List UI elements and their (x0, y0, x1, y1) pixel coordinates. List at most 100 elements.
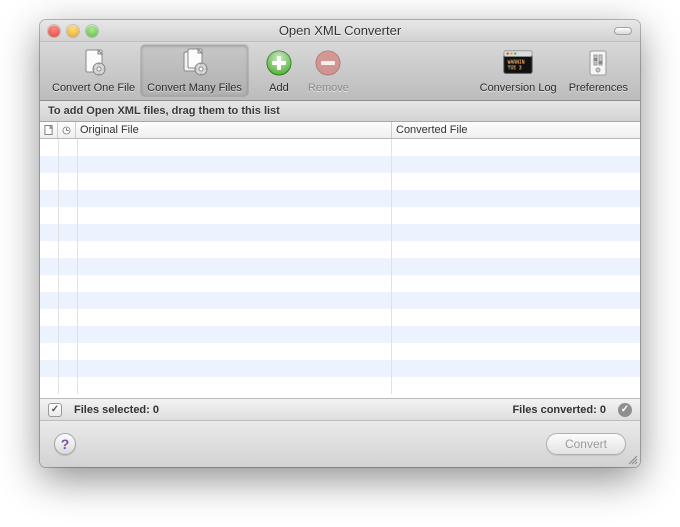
header-converted-file[interactable]: Converted File (392, 122, 640, 138)
table-cell (78, 241, 392, 258)
header-converted-file-label: Converted File (396, 124, 468, 136)
table-cell (392, 173, 640, 190)
toolbar: Convert One File Conve (40, 42, 640, 101)
table-cell (392, 292, 640, 309)
table-cell (59, 360, 78, 377)
table-cell (392, 190, 640, 207)
table-cell (392, 258, 640, 275)
table-cell (59, 173, 78, 190)
table-row[interactable] (40, 156, 640, 173)
table-row[interactable] (40, 241, 640, 258)
bottom-bar: ? Convert (40, 421, 640, 467)
table-body[interactable] (40, 139, 640, 398)
file-table: Original File Converted File (40, 122, 640, 399)
svg-text:WARNIN: WARNIN (508, 59, 525, 65)
add-button[interactable]: Add (256, 45, 302, 96)
table-cell (392, 343, 640, 360)
table-cell (40, 326, 59, 343)
table-cell (59, 207, 78, 224)
convert-button[interactable]: Convert (546, 433, 626, 455)
table-row[interactable] (40, 173, 640, 190)
table-cell (40, 224, 59, 241)
add-icon (263, 47, 295, 79)
table-cell (78, 173, 392, 190)
files-selected-label: Files selected: 0 (74, 404, 159, 416)
table-row[interactable] (40, 207, 640, 224)
conversion-log-label: Conversion Log (480, 82, 557, 94)
files-converted-label: Files converted: 0 (512, 404, 606, 416)
table-cell (78, 292, 392, 309)
table-cell (40, 343, 59, 360)
traffic-lights (48, 25, 98, 37)
table-row[interactable] (40, 326, 640, 343)
table-row[interactable] (40, 309, 640, 326)
instruction-text: To add Open XML files, drag them to this… (40, 101, 640, 122)
table-cell (40, 258, 59, 275)
table-row[interactable] (40, 139, 640, 156)
table-cell (78, 275, 392, 292)
minimize-window-button[interactable] (67, 25, 79, 37)
table-row[interactable] (40, 258, 640, 275)
convert-button-label: Convert (565, 437, 607, 451)
table-row[interactable] (40, 224, 640, 241)
table-cell (40, 207, 59, 224)
table-cell (59, 190, 78, 207)
table-cell (40, 309, 59, 326)
close-window-button[interactable] (48, 25, 60, 37)
table-cell (59, 156, 78, 173)
table-cell (40, 156, 59, 173)
table-cell (59, 139, 78, 156)
app-window: Open XML Converter Conv (40, 20, 640, 467)
header-original-file[interactable]: Original File (76, 122, 392, 138)
add-label: Add (269, 82, 289, 94)
table-cell (40, 377, 59, 394)
documents-gear-icon (179, 47, 211, 79)
header-clock-icon[interactable] (58, 122, 76, 138)
conversion-log-button[interactable]: WARNIN TUE 3 Conversion Log (474, 45, 563, 96)
table-cell (59, 241, 78, 258)
table-cell (392, 207, 640, 224)
table-cell (392, 309, 640, 326)
remove-label: Remove (308, 82, 349, 94)
table-row[interactable] (40, 190, 640, 207)
status-badge: ✓ (618, 403, 632, 417)
svg-text:TUE 3: TUE 3 (508, 65, 522, 71)
table-cell (40, 139, 59, 156)
table-cell (59, 292, 78, 309)
toolbar-toggle-button[interactable] (614, 27, 632, 35)
table-cell (78, 309, 392, 326)
zoom-window-button[interactable] (86, 25, 98, 37)
table-cell (78, 343, 392, 360)
table-cell (392, 275, 640, 292)
convert-many-files-label: Convert Many Files (147, 82, 242, 94)
table-cell (392, 224, 640, 241)
table-row[interactable] (40, 275, 640, 292)
help-button[interactable]: ? (54, 433, 76, 455)
convert-many-files-button[interactable]: Convert Many Files (141, 45, 248, 96)
table-cell (78, 258, 392, 275)
table-cell (78, 139, 392, 156)
preferences-button[interactable]: Preferences (563, 45, 634, 96)
table-cell (392, 326, 640, 343)
table-cell (40, 173, 59, 190)
table-cell (78, 377, 392, 394)
table-cell (392, 241, 640, 258)
table-cell (40, 292, 59, 309)
table-header: Original File Converted File (40, 122, 640, 139)
table-row[interactable] (40, 360, 640, 377)
remove-button[interactable]: Remove (302, 45, 355, 96)
check-icon: ✓ (51, 404, 59, 415)
badge-check-icon: ✓ (621, 404, 629, 415)
table-row[interactable] (40, 343, 640, 360)
table-row[interactable] (40, 377, 640, 394)
table-cell (78, 360, 392, 377)
table-cell (59, 377, 78, 394)
convert-one-file-button[interactable]: Convert One File (46, 45, 141, 96)
table-row[interactable] (40, 292, 640, 309)
table-cell (40, 190, 59, 207)
preferences-label: Preferences (569, 82, 628, 94)
header-doc-icon[interactable] (40, 122, 58, 138)
select-all-checkbox[interactable]: ✓ (48, 403, 62, 417)
table-cell (59, 275, 78, 292)
table-cell (59, 326, 78, 343)
